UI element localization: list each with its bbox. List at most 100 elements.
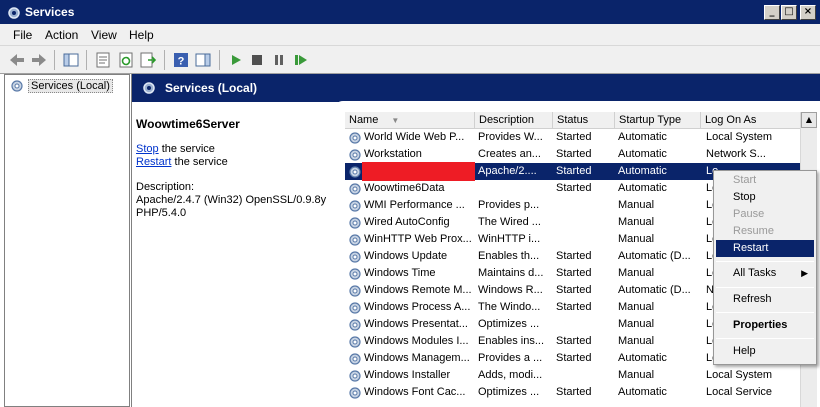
cell-description: Apache/2.... xyxy=(478,165,537,177)
export-list-icon[interactable] xyxy=(139,51,157,69)
menu-item-stop[interactable]: Stop xyxy=(716,189,814,206)
pane-header: Services (Local) xyxy=(132,74,820,102)
maximize-button[interactable]: □ xyxy=(781,5,797,20)
svg-text:?: ? xyxy=(178,56,185,68)
service-gear-icon xyxy=(349,217,361,229)
tree-node-label: Services (Local) xyxy=(28,79,113,93)
close-button[interactable]: × xyxy=(800,5,816,20)
cell-logon: Network S... xyxy=(706,148,766,160)
cell-name: Windows Time xyxy=(364,267,436,279)
cell-name: WMI Performance ... xyxy=(364,199,465,211)
help-icon[interactable]: ? xyxy=(172,51,190,69)
cell-description: The Wired ... xyxy=(478,216,541,228)
cell-startup: Automatic (D... xyxy=(618,250,691,262)
table-row[interactable]: Windows Font Cac... Optimizes ... Started A… xyxy=(345,384,813,401)
column-description[interactable]: Description xyxy=(475,112,553,129)
service-gear-icon xyxy=(349,336,361,348)
stop-suffix: the service xyxy=(158,143,215,155)
cell-name: Workstation xyxy=(364,148,422,160)
cell-startup: Manual xyxy=(618,301,655,313)
menu-item-help[interactable]: Help xyxy=(716,343,814,360)
stop-service-link[interactable]: Stop xyxy=(136,143,159,155)
column-startup-type[interactable]: Startup Type xyxy=(615,112,701,129)
service-description-panel: Woowtime6Server Stop the service Restart… xyxy=(136,118,336,220)
restart-service-icon[interactable] xyxy=(292,51,310,69)
table-row[interactable]: Windows Installer Adds, modi... Manual Loca… xyxy=(345,367,813,384)
cell-description: Provides W... xyxy=(478,131,543,143)
menu-action[interactable]: Action xyxy=(45,28,78,42)
start-service-icon[interactable] xyxy=(227,51,245,69)
cell-description: Provides p... xyxy=(478,199,540,211)
services-gear-icon xyxy=(8,7,20,19)
cell-startup: Automatic xyxy=(618,386,667,398)
table-row[interactable]: Workstation Creates an... Started Automatic… xyxy=(345,146,813,163)
menu-item-refresh[interactable]: Refresh xyxy=(716,291,814,308)
pane-title: Services (Local) xyxy=(165,81,258,95)
cell-name: Windows Update xyxy=(364,250,448,262)
table-row[interactable]: World Wide Web P... Provides W... Started A… xyxy=(345,129,813,146)
stop-service-icon[interactable] xyxy=(248,51,266,69)
cell-startup: Automatic xyxy=(618,182,667,194)
service-gear-icon xyxy=(349,319,361,331)
description-label: Description: xyxy=(136,181,195,193)
cell-description: Adds, modi... xyxy=(478,369,543,381)
cell-startup: Manual xyxy=(618,335,655,347)
menu-bar: File Action View Help xyxy=(0,24,820,46)
cell-description: The Windo... xyxy=(478,301,541,313)
cell-status: Started xyxy=(556,386,592,398)
menu-view[interactable]: View xyxy=(91,28,117,42)
cell-status: Started xyxy=(556,335,592,347)
properties-icon[interactable] xyxy=(94,51,112,69)
column-log-on-as[interactable]: Log On As xyxy=(701,112,801,129)
menu-item-all-tasks[interactable]: All Tasks ▶ xyxy=(716,265,814,282)
cell-name: Windows Modules I... xyxy=(364,335,469,347)
show-hide-action-pane-icon[interactable] xyxy=(194,51,212,69)
cell-name: Windows Font Cac... xyxy=(364,386,466,398)
menu-item-restart[interactable]: Restart xyxy=(716,240,814,257)
forward-icon[interactable] xyxy=(30,51,48,69)
console-tree: Services (Local) xyxy=(4,74,130,407)
selected-service-name: Woowtime6Server xyxy=(136,117,240,131)
restart-service-link[interactable]: Restart xyxy=(136,156,171,168)
pause-service-icon[interactable] xyxy=(270,51,288,69)
toolbar: ? xyxy=(0,46,820,74)
menu-file[interactable]: File xyxy=(13,28,32,42)
description-text-line2: PHP/5.4.0 xyxy=(136,207,187,219)
cell-startup: Automatic xyxy=(618,352,667,364)
scroll-up-arrow-icon[interactable]: ▲ xyxy=(801,112,817,128)
cell-logon: Local Service xyxy=(706,386,773,398)
menu-help[interactable]: Help xyxy=(129,28,154,42)
column-status[interactable]: Status xyxy=(553,112,615,129)
menu-item-properties[interactable]: Properties xyxy=(716,317,814,334)
refresh-icon[interactable] xyxy=(117,51,135,69)
window-title: Services xyxy=(25,5,75,19)
cell-description: Optimizes ... xyxy=(478,386,540,398)
cell-description: WinHTTP i... xyxy=(478,233,541,245)
cell-status: Started xyxy=(556,284,592,296)
services-gear-icon xyxy=(143,82,155,94)
minimize-button[interactable]: _ xyxy=(764,5,780,20)
services-gear-icon xyxy=(11,80,23,92)
tree-node-services-local[interactable]: Services (Local) xyxy=(9,78,113,94)
cell-startup: Manual xyxy=(618,318,655,330)
context-menu: Start Stop Pause Resume Restart All Task… xyxy=(713,170,817,365)
cell-description: Optimizes ... xyxy=(478,318,540,330)
back-icon[interactable] xyxy=(8,51,26,69)
cell-startup: Automatic xyxy=(618,148,667,160)
cell-name: Windows Process A... xyxy=(364,301,471,313)
cell-status: Started xyxy=(556,165,592,177)
cell-name: Windows Installer xyxy=(364,369,451,381)
cell-logon: Local System xyxy=(706,131,773,143)
cell-description: Enables th... xyxy=(478,250,540,262)
cell-name: Windows Remote M... xyxy=(364,284,472,296)
column-name[interactable]: Name ▼ xyxy=(345,112,475,129)
title-bar[interactable]: Services _ □ × xyxy=(0,0,820,24)
menu-item-resume: Resume xyxy=(733,225,774,237)
cell-startup: Automatic xyxy=(618,131,667,143)
cell-status: Started xyxy=(556,267,592,279)
service-gear-icon xyxy=(349,251,361,263)
cell-name: Windows Managem... xyxy=(364,352,470,364)
cell-startup: Manual xyxy=(618,233,655,245)
show-hide-tree-icon[interactable] xyxy=(62,51,80,69)
cell-status: Started xyxy=(556,301,592,313)
